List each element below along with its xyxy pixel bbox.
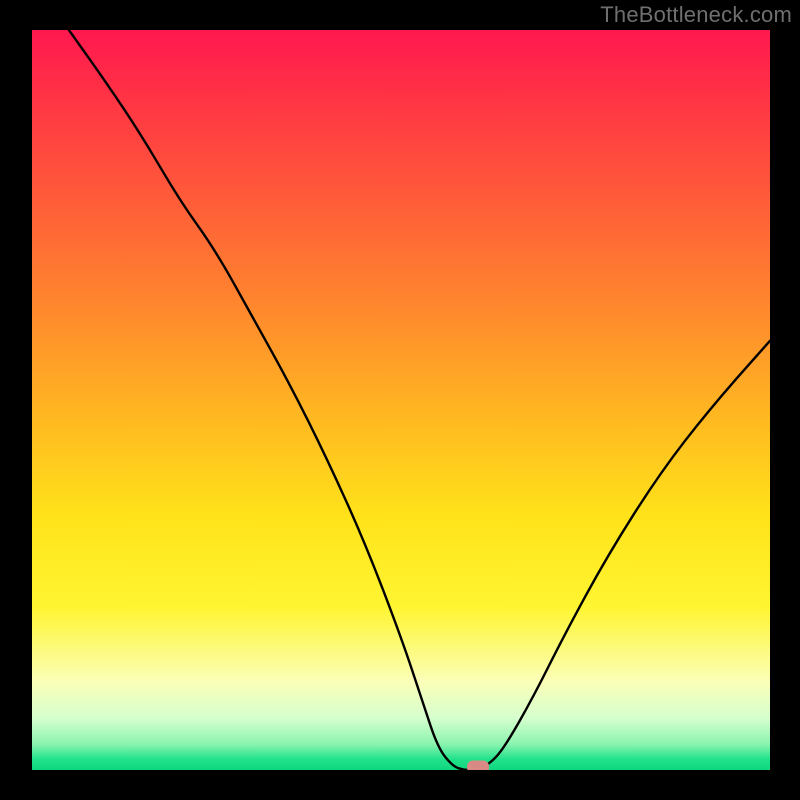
chart-frame: TheBottleneck.com (0, 0, 800, 800)
optimal-marker (467, 761, 489, 771)
watermark-text: TheBottleneck.com (600, 2, 792, 28)
bottleneck-curve (32, 30, 770, 770)
plot-area (32, 30, 770, 770)
